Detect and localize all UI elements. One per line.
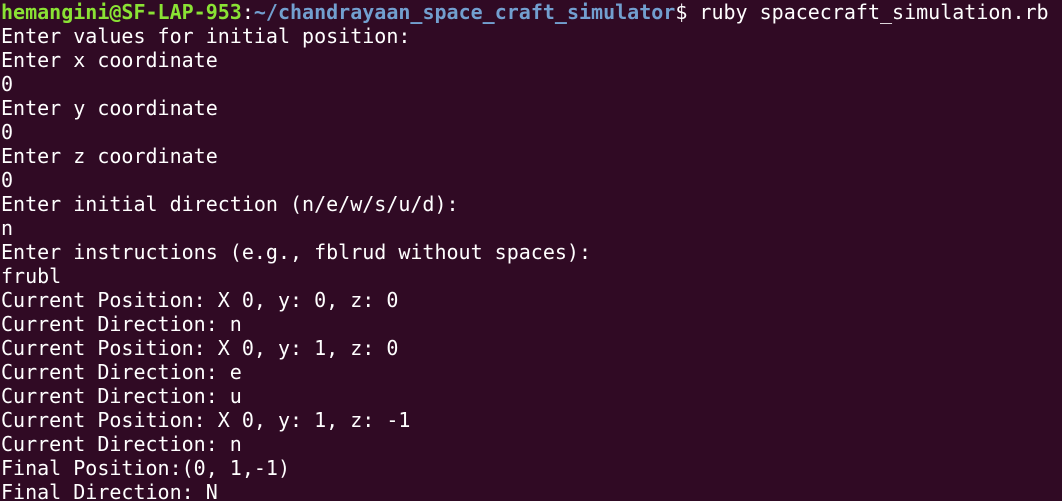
output-line: Enter values for initial position: <box>1 24 411 48</box>
output-line: Enter y coordinate <box>1 96 218 120</box>
prompt-user-host: hemangini@SF-LAP-953 <box>1 0 242 24</box>
output-line: Current Direction: n <box>1 432 242 456</box>
output-line: Current Direction: u <box>1 384 242 408</box>
output-line: Current Direction: e <box>1 360 242 384</box>
output-line: Current Direction: n <box>1 312 242 336</box>
output-line: n <box>1 216 14 240</box>
output-line: Final Position:(0, 1,-1) <box>1 456 290 480</box>
output-line: Current Position: X 0, y: 0, z: 0 <box>1 288 399 312</box>
prompt-dollar: $ <box>675 0 688 24</box>
output-line: Enter instructions (e.g., fblrud without… <box>1 240 592 264</box>
terminal-window[interactable]: hemangini@SF-LAP-953:~/chandrayaan_space… <box>0 0 1062 501</box>
output-line: Enter z coordinate <box>1 144 218 168</box>
prompt-line: hemangini@SF-LAP-953:~/chandrayaan_space… <box>1 0 1062 24</box>
output-line: Enter initial direction (n/e/w/s/u/d): <box>1 192 459 216</box>
output-line: 0 <box>1 120 14 144</box>
command-text: ruby spacecraft_simulation.rb <box>687 0 1049 24</box>
prompt-separator: : <box>241 0 254 24</box>
output-line: 0 <box>1 168 14 192</box>
output-line: frubl <box>1 264 62 288</box>
output-line: Final Direction: N <box>1 480 218 501</box>
output-line: Enter x coordinate <box>1 48 218 72</box>
output-line: 0 <box>1 72 14 96</box>
output-line: Current Position: X 0, y: 1, z: -1 <box>1 408 411 432</box>
output-line: Current Position: X 0, y: 1, z: 0 <box>1 336 399 360</box>
prompt-path: ~/chandrayaan_space_craft_simulator <box>253 0 676 24</box>
